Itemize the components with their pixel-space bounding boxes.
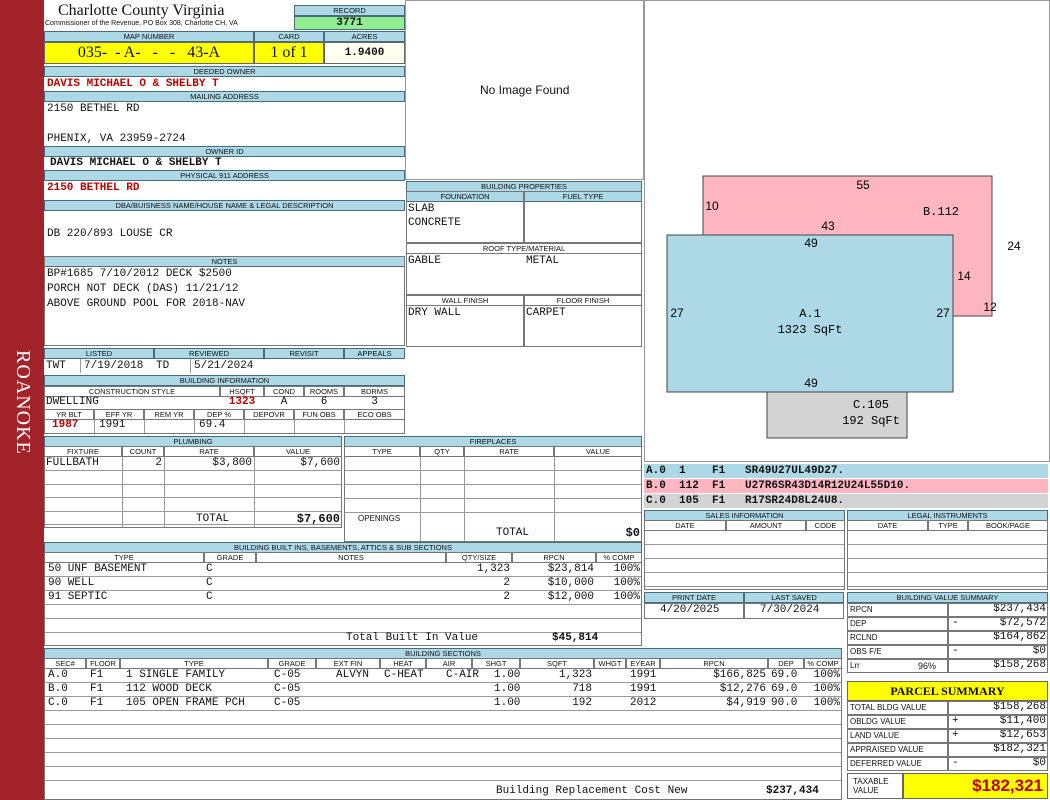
listed-header: LISTED	[44, 348, 154, 359]
section-a-area: 1323 SqFt	[778, 323, 843, 337]
owner-id-value: DAVIS MICHAEL O & SHELBY T	[50, 157, 222, 169]
owner-id-header: OWNER ID	[44, 146, 405, 157]
mailing-header: MAILING ADDRESS	[44, 91, 405, 102]
physical-header: PHYSICAL 911 ADDRESS	[44, 170, 405, 181]
bvs-cell	[948, 645, 1048, 659]
reviewed-date: 5/21/2024	[194, 360, 254, 372]
dim-label: 12	[983, 300, 997, 314]
reviewed-by: TD	[156, 360, 170, 372]
parcel-cell	[847, 715, 948, 729]
revisit-header: REVISIT	[264, 348, 344, 359]
dim-label: 10	[705, 199, 719, 213]
parcel-cell	[847, 701, 948, 715]
bvs-cell	[847, 659, 948, 673]
sales-box	[644, 520, 845, 590]
card-header: CARD	[254, 31, 324, 42]
dim-label: 55	[856, 178, 870, 192]
bvs-cell	[847, 645, 948, 659]
dba-header: DBA/BUISNESS NAME/HOUSE NAME & LEGAL DES…	[44, 200, 405, 211]
col-divider	[294, 419, 295, 433]
bvs-cell	[847, 631, 948, 645]
bvs-cell	[847, 617, 948, 631]
bvs-cell	[948, 631, 1048, 645]
section-a-label: A.1	[799, 307, 821, 321]
section-c-label: C.105	[853, 398, 889, 412]
taxable-value: $182,321	[903, 773, 1048, 799]
bvs-cell	[847, 603, 948, 617]
map-number-header: MAP NUMBER	[44, 31, 254, 42]
dim-label: 27	[670, 306, 684, 320]
plumbing-total-label: TOTAL	[196, 513, 230, 525]
photo-placeholder: No Image Found	[480, 83, 570, 97]
dim-label: 14	[957, 269, 971, 283]
dim-label: 27	[936, 306, 950, 320]
parcel-cell	[948, 715, 1048, 729]
physical-value: 2150 BETHEL RD	[47, 182, 140, 194]
parcel-cell	[847, 729, 948, 743]
bvs-cell	[948, 659, 1048, 673]
bi-box	[44, 386, 405, 434]
col-divider	[94, 419, 95, 433]
card-value: 1 of 1	[254, 42, 324, 64]
fireplace-openings-label: OPENINGS	[358, 514, 401, 523]
parcel-cell	[847, 757, 948, 771]
parcel-cell	[847, 743, 948, 757]
sketch-code-row: A.0 1 F1 SR49U27UL49D27.	[644, 464, 1048, 478]
parcel-cell	[948, 743, 1048, 757]
appeals-header: APPEALS	[344, 348, 405, 359]
builtin-total: $45,814	[552, 632, 599, 644]
dba-value: DB 220/893 LOUSE CR	[47, 228, 173, 240]
bvs-cell	[948, 617, 1048, 631]
dim-label: 49	[804, 236, 818, 250]
taxable-label: TAXABLE VALUE	[847, 773, 903, 799]
parcel-cell	[948, 757, 1048, 771]
legal-box	[847, 520, 1048, 590]
parcel-header: PARCEL SUMMARY	[847, 681, 1048, 701]
reviewed-header: REVIEWED	[154, 348, 264, 359]
record-header: RECORD	[294, 5, 405, 16]
col-divider	[244, 419, 245, 433]
sketch-code-row: B.0 112 F1 U27R6SR43D14R12U24L55D10.	[644, 479, 1048, 493]
county-subtitle: Commissioner of the Revenue, PO Box 308,…	[45, 20, 238, 27]
parcel-cell	[948, 729, 1048, 743]
col-divider	[194, 419, 195, 433]
mailing-line2: PHENIX, VA 23959-2724	[47, 133, 186, 145]
sections-box	[44, 658, 842, 800]
acres-value: 1.9400	[324, 42, 405, 64]
map-number-value: 035- - A- - - 43-A	[44, 42, 254, 64]
parcel-cell	[948, 701, 1048, 715]
county-title: Charlotte County Virginia	[58, 2, 225, 19]
mailing-line1: 2150 BETHEL RD	[47, 103, 140, 115]
side-banner-text: ROANOKE	[12, 350, 34, 455]
builtin-total-label: Total Built In Value	[346, 632, 479, 644]
deeded-owner-header: DEEDED OWNER	[44, 66, 405, 77]
section-c-area: 192 SqFt	[842, 414, 900, 428]
print-date-header: PRINT DATE	[644, 592, 744, 603]
listed-date: 7/19/2018	[84, 360, 144, 372]
building-info-header: BUILDING INFORMATION	[44, 375, 405, 386]
plumbing-total: $7,600	[296, 512, 340, 526]
acres-header: ACRES	[324, 31, 405, 42]
col-divider	[144, 419, 145, 433]
section-b-label: B.112	[923, 205, 959, 219]
fireplace-total-label: TOTAL	[496, 527, 530, 539]
listed-by: TWT	[46, 360, 66, 372]
bvs-cell	[948, 603, 1048, 617]
sketch-drawing: 55 10 43 24 14 12 B.112 49 27 27 49 A.1 1323 SqFt C.1…	[666, 175, 1021, 439]
bvs-header: BUILDING VALUE SUMMARY	[847, 592, 1048, 603]
sketch-code-row: C.0 105 F1 R17SR24D8L24U8.	[644, 494, 1048, 508]
dim-label: 43	[821, 219, 835, 233]
fireplace-total: $0	[625, 526, 640, 540]
last-saved-header: LAST SAVED	[744, 592, 844, 603]
col-divider	[344, 419, 345, 433]
dim-label: 24	[1007, 239, 1021, 253]
dim-label: 49	[804, 376, 818, 390]
notes-box	[44, 256, 405, 346]
record-value: 3771	[294, 16, 405, 30]
deeded-owner-value: DAVIS MICHAEL O & SHELBY T	[47, 78, 219, 90]
